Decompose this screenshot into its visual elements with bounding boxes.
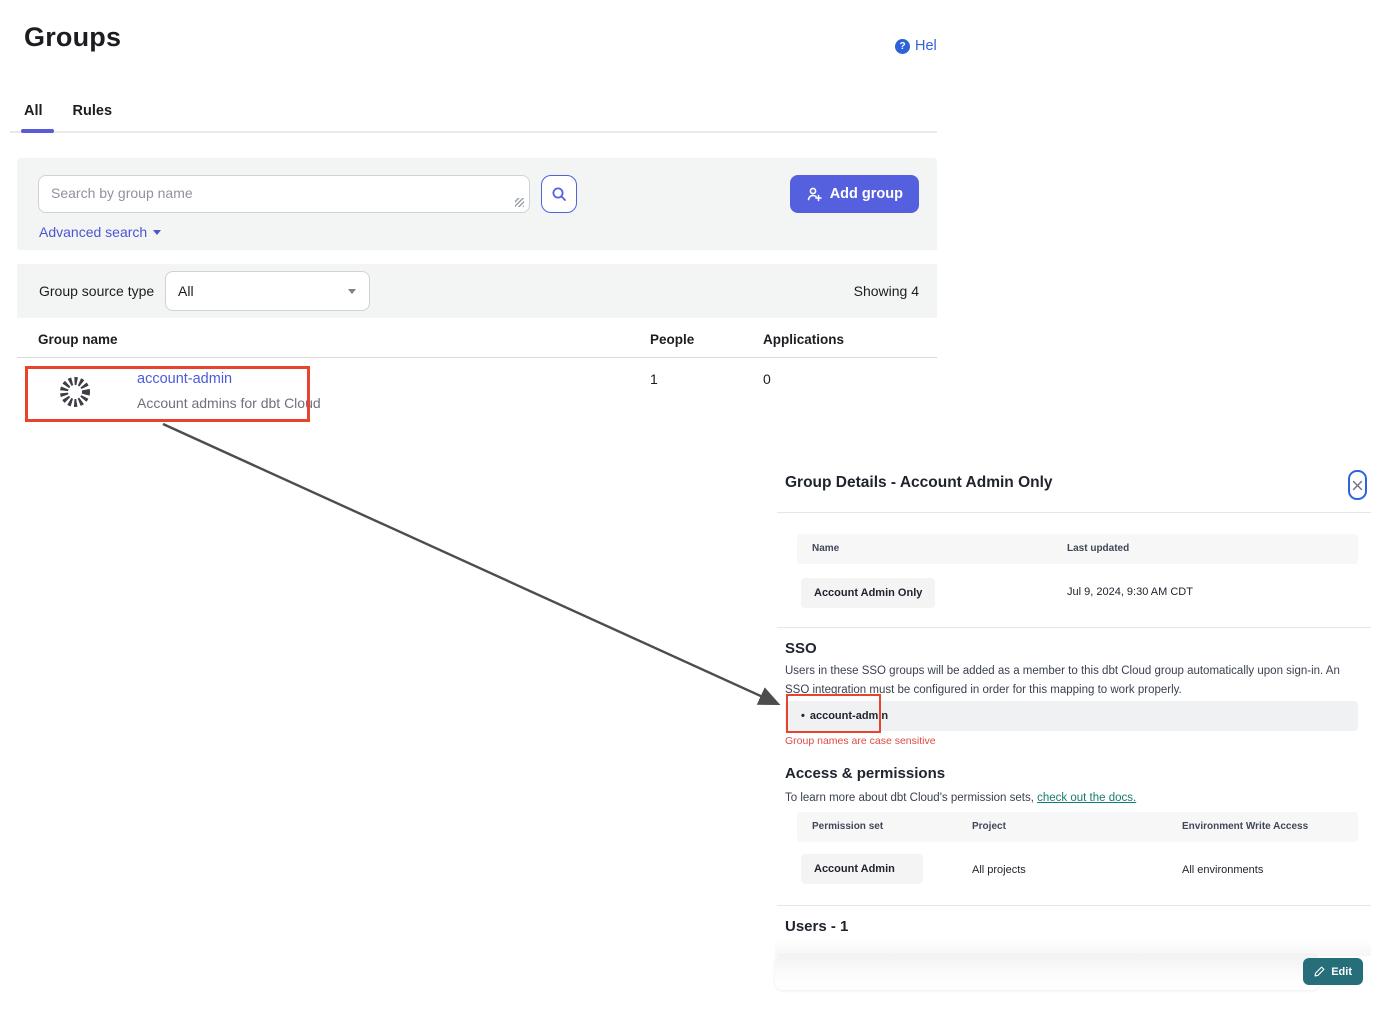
tab-rules[interactable]: Rules: [73, 103, 113, 133]
group-source-type-value: All: [178, 283, 194, 299]
help-link[interactable]: ? Help: [895, 38, 937, 54]
search-panel: Add group Advanced search: [17, 158, 937, 250]
group-name-chip: Account Admin Only: [801, 578, 935, 608]
name-table-row: Account Admin Only Jul 9, 2024, 9:30 AM …: [797, 564, 1358, 622]
group-people-count: 1: [650, 371, 658, 387]
last-updated-value: Jul 9, 2024, 9:30 AM CDT: [1067, 586, 1193, 598]
permission-set-chip: Account Admin: [801, 854, 923, 884]
divider: [777, 627, 1371, 628]
column-header-permission-set: Permission set: [812, 821, 883, 832]
sso-group-row: • account-admin: [785, 701, 1358, 731]
advanced-search-link[interactable]: Advanced search: [39, 224, 161, 240]
permissions-table-header: Permission set Project Environment Write…: [797, 812, 1358, 842]
column-header-people: People: [650, 332, 694, 347]
divider: [777, 905, 1371, 906]
tab-divider: [10, 131, 937, 133]
access-description-text: To learn more about dbt Cloud's permissi…: [785, 792, 1037, 804]
group-source-type-label: Group source type: [39, 283, 154, 299]
page-canvas: Groups ? Help All Rules Add grou: [0, 0, 1386, 1009]
groups-table-header: Group name People Applications: [17, 325, 937, 357]
footer-bar: [775, 954, 1320, 990]
edit-label: Edit: [1331, 966, 1352, 978]
environment-value: All environments: [1182, 864, 1263, 876]
column-header-name: Name: [812, 543, 839, 554]
permissions-table: Permission set Project Environment Write…: [797, 812, 1358, 902]
permissions-table-row: Account Admin All projects All environme…: [797, 842, 1358, 902]
access-permissions-heading: Access & permissions: [785, 765, 945, 782]
column-header-group-name: Group name: [38, 332, 118, 347]
table-row[interactable]: account-admin Account admins for dbt Clo…: [17, 358, 937, 424]
group-applications-count: 0: [763, 371, 771, 387]
column-header-project: Project: [972, 821, 1006, 832]
group-details-title: Group Details - Account Admin Only: [785, 474, 1053, 492]
column-header-applications: Applications: [763, 332, 844, 347]
help-label: Help: [915, 38, 937, 54]
pencil-icon: [1314, 966, 1325, 977]
person-add-icon: [806, 186, 822, 202]
sso-group-bullet: •: [801, 710, 805, 722]
dbt-group-details-panel: Group Details - Account Admin Only Name …: [777, 462, 1371, 1002]
group-source-type-select[interactable]: All: [165, 271, 370, 311]
add-group-button[interactable]: Add group: [790, 175, 919, 213]
advanced-search-label: Advanced search: [39, 224, 147, 240]
group-description: Account admins for dbt Cloud: [137, 395, 321, 411]
sso-heading: SSO: [785, 640, 817, 657]
close-icon: [1352, 480, 1363, 491]
search-icon: [551, 186, 567, 202]
showing-count: Showing 4: [854, 283, 919, 299]
caret-down-icon: [348, 289, 356, 294]
okta-groups-screen: Groups ? Help All Rules Add grou: [0, 0, 937, 455]
add-group-label: Add group: [830, 186, 903, 202]
group-gear-icon: [57, 374, 93, 415]
column-header-environment-write-access: Environment Write Access: [1182, 821, 1308, 832]
help-icon: ?: [895, 39, 910, 54]
close-button[interactable]: [1348, 470, 1367, 500]
search-button[interactable]: [541, 175, 577, 213]
filter-panel: Group source type All Showing 4: [17, 264, 937, 318]
search-input[interactable]: [38, 175, 530, 213]
access-description: To learn more about dbt Cloud's permissi…: [785, 789, 1360, 808]
divider: [777, 512, 1371, 513]
page-title: Groups: [24, 22, 121, 53]
edit-button[interactable]: Edit: [1303, 958, 1363, 985]
case-sensitive-warning: Group names are case sensitive: [785, 735, 936, 747]
project-value: All projects: [972, 864, 1026, 876]
caret-down-icon: [153, 230, 161, 235]
group-name-link[interactable]: account-admin: [137, 371, 232, 387]
column-header-last-updated: Last updated: [1067, 543, 1129, 554]
sso-group-name: account-admin: [810, 710, 888, 722]
sso-description: Users in these SSO groups will be added …: [785, 662, 1360, 700]
docs-link[interactable]: check out the docs.: [1037, 792, 1136, 804]
active-tab-indicator: [21, 129, 54, 133]
users-heading: Users - 1: [785, 918, 848, 935]
name-table-header: Name Last updated: [797, 534, 1358, 564]
name-table: Name Last updated Account Admin Only Jul…: [797, 534, 1358, 622]
